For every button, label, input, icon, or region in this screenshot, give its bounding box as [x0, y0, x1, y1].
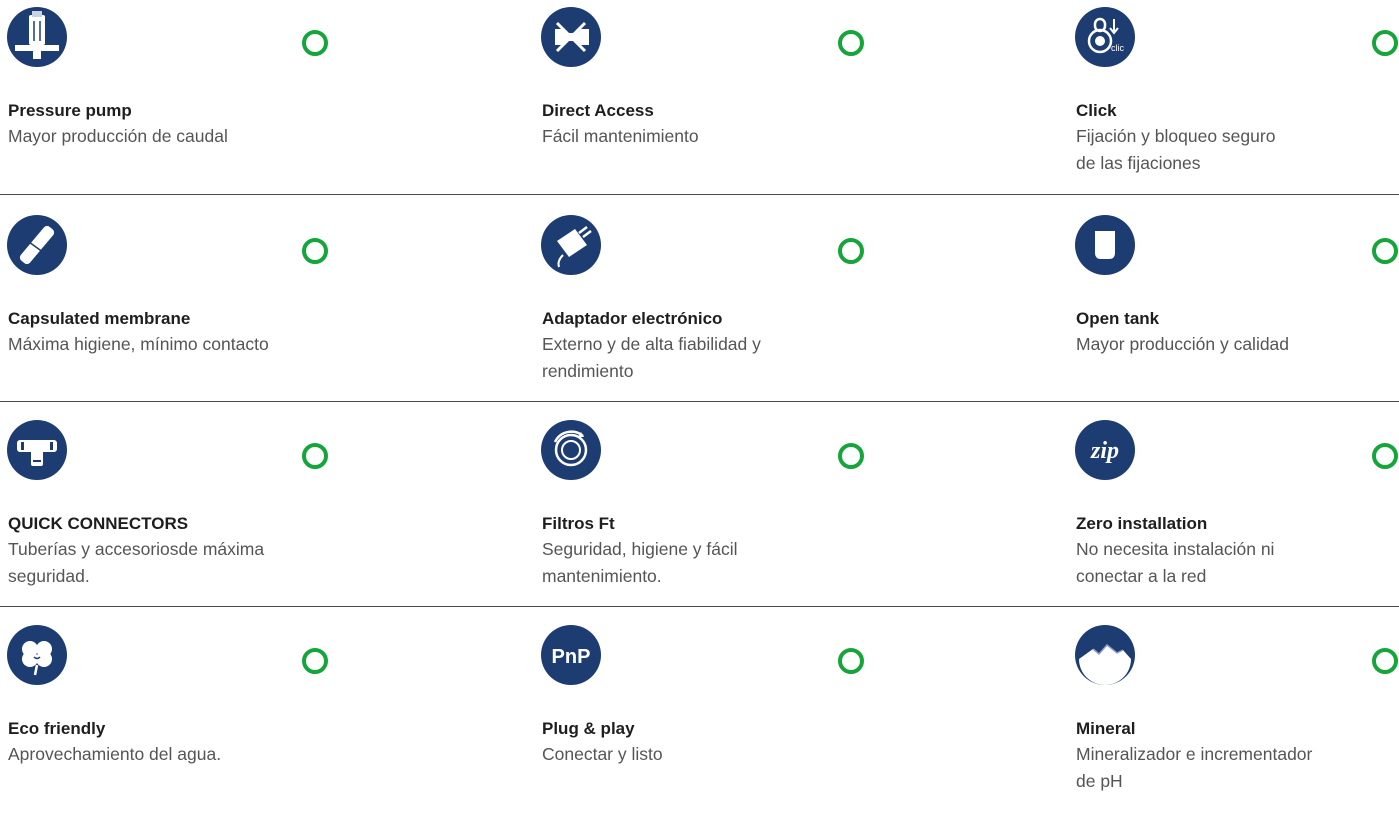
feature-click: clic Click Fijación y bloqueo seguro de la…	[1075, 7, 1399, 197]
tee-connector-icon	[7, 420, 67, 480]
feature-mineral: Mineral Mineralizador e incrementador de …	[1075, 625, 1399, 815]
status-ring	[838, 30, 864, 56]
status-ring	[838, 648, 864, 674]
status-ring	[302, 238, 328, 264]
feature-description: Máxima higiene, mínimo contacto	[8, 334, 269, 354]
feature-title: Adaptador electrónico	[542, 309, 723, 328]
pnp-icon: PnP	[541, 625, 601, 685]
feature-title: Eco friendly	[8, 719, 106, 738]
status-ring	[1372, 443, 1398, 469]
zip-icon: zip	[1075, 420, 1135, 480]
feature-title: Mineral	[1076, 719, 1136, 738]
feature-description: Conectar y listo	[542, 744, 663, 764]
feature-description: Mayor producción y calidad	[1076, 334, 1290, 354]
feature-title: Pressure pump	[8, 101, 132, 120]
feature-adaptador-electronico: Adaptador electrónico Externo y de alta f…	[541, 215, 961, 405]
feature-title: Plug & play	[542, 719, 635, 738]
feature-plug-and-play: PnP Plug & play Conectar y listo	[541, 625, 961, 815]
status-ring	[1372, 648, 1398, 674]
feature-description: Externo y de alta fiabilidad y rendimien…	[542, 334, 761, 381]
feature-pressure-pump: Pressure pump Mayor producción de caudal	[7, 7, 427, 197]
feature-quick-connectors: QUICK CONNECTORS Tuberías y accesoriosde …	[7, 420, 427, 610]
feature-description: Tuberías y accesoriosde máxima seguridad…	[8, 539, 265, 586]
feature-title: Capsulated membrane	[8, 309, 191, 328]
feature-eco-friendly: Eco friendly Aprovechamiento del agua.	[7, 625, 427, 815]
zip-label: zip	[1090, 438, 1119, 464]
status-ring	[302, 443, 328, 469]
feature-title: Open tank	[1076, 309, 1160, 328]
feature-title: QUICK CONNECTORS	[8, 514, 189, 533]
status-ring	[1372, 30, 1398, 56]
status-ring	[1372, 238, 1398, 264]
row-divider	[0, 194, 1399, 195]
rotating-filter-icon	[541, 420, 601, 480]
features-grid: Pressure pump Mayor producción de caudal …	[0, 0, 1399, 791]
feature-title: Filtros Ft	[542, 514, 615, 533]
clover-icon	[7, 625, 67, 685]
membrane-icon	[7, 215, 67, 275]
row-divider	[0, 606, 1399, 607]
feature-description: No necesita instalación ni conectar a la…	[1076, 539, 1275, 586]
feature-description: Aprovechamiento del agua.	[8, 744, 222, 764]
pnp-label: PnP	[552, 646, 591, 668]
clic-label: clic	[1111, 43, 1124, 53]
row-divider	[0, 401, 1399, 402]
feature-description: Fácil mantenimiento	[542, 126, 699, 146]
status-ring	[838, 443, 864, 469]
feature-filtros-ft: Filtros Ft Seguridad, higiene y fácil man…	[541, 420, 961, 610]
mountain-icon	[1075, 625, 1135, 685]
feature-title: Click	[1076, 101, 1117, 120]
status-ring	[302, 30, 328, 56]
feature-title: Zero installation	[1076, 514, 1208, 533]
feature-capsulated-membrane: Capsulated membrane Máxima higiene, mínim…	[7, 215, 427, 405]
feature-direct-access: Direct Access Fácil mantenimiento	[541, 7, 961, 197]
feature-description: Mineralizador e incrementador de pH	[1076, 744, 1313, 791]
power-adapter-icon	[541, 215, 601, 275]
click-lock-icon: clic	[1075, 7, 1135, 67]
feature-open-tank: Open tank Mayor producción y calidad	[1075, 215, 1399, 405]
status-ring	[838, 238, 864, 264]
feature-zero-installation: zip Zero installation No necesita instalac…	[1075, 420, 1399, 610]
feature-description: Mayor producción de caudal	[8, 126, 228, 146]
feature-description: Fijación y bloqueo seguro de las fijacio…	[1076, 126, 1276, 173]
tank-icon	[1075, 215, 1135, 275]
feature-title: Direct Access	[542, 101, 654, 120]
pressure-pump-icon	[7, 7, 67, 67]
status-ring	[302, 648, 328, 674]
feature-description: Seguridad, higiene y fácil mantenimiento…	[542, 539, 738, 586]
no-wrench-icon	[541, 7, 601, 67]
